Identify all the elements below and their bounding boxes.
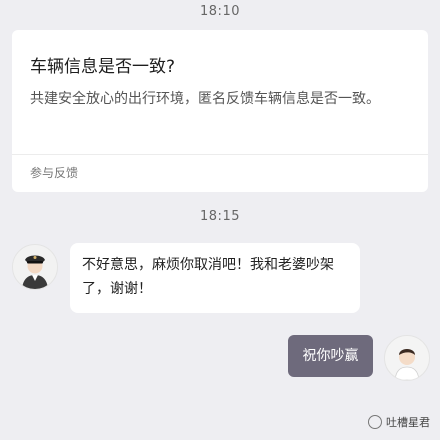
passenger-avatar-icon[interactable] [384,335,430,381]
outgoing-message: 祝你吵赢 [288,335,373,377]
incoming-message: 不好意思，麻烦你取消吧！我和老婆吵架了，谢谢！ [70,243,360,313]
watermark-text: 吐槽星君 [386,416,430,429]
watermark: 吐槽星君 [368,414,430,430]
participate-feedback-link[interactable]: 参与反馈 [30,164,78,181]
driver-avatar-icon[interactable] [12,244,58,290]
outgoing-message-text: 祝你吵赢 [302,348,359,364]
feedback-card-title: 车辆信息是否一致? [30,57,176,77]
card-divider [12,154,428,155]
feedback-card-description: 共建安全放心的出行环境，匿名反馈车辆信息是否一致。 [30,91,380,107]
feedback-card: 车辆信息是否一致? 共建安全放心的出行环境，匿名反馈车辆信息是否一致。 参与反馈 [12,30,428,192]
timestamp: 18:15 [200,209,240,224]
timestamp: 18:10 [200,4,240,19]
wechat-official-account-icon [368,415,382,429]
incoming-message-text: 不好意思，麻烦你取消吧！我和老婆吵架了，谢谢！ [82,257,334,297]
